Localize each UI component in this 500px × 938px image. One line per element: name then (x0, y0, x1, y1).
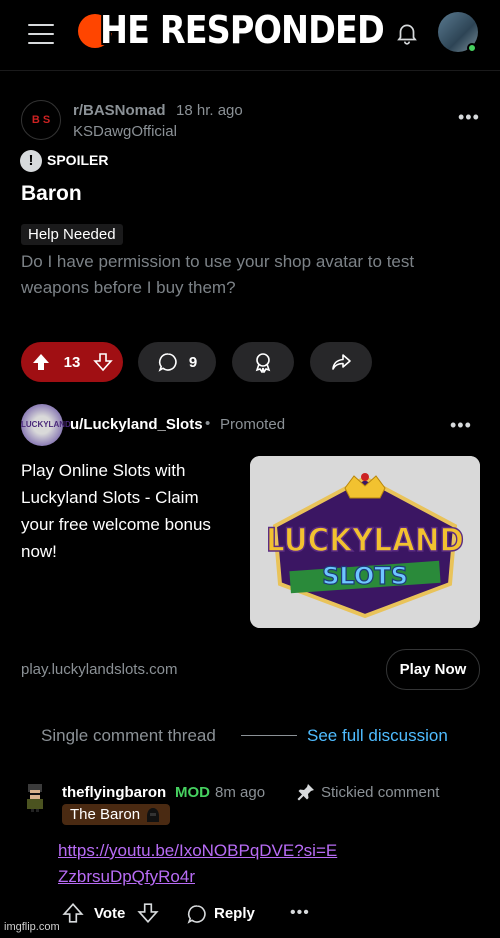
post-title[interactable]: Baron (21, 182, 82, 206)
comment-count: 9 (188, 353, 198, 371)
single-thread-label: Single comment thread (41, 726, 216, 745)
ad-avatar[interactable]: LUCKYLAND (21, 404, 71, 446)
comment-link[interactable]: https://youtu.be/IxoNOBPqDVE?si=EZzbrsuD… (58, 838, 338, 890)
thread-divider (241, 735, 297, 736)
online-status-dot (467, 43, 477, 53)
comment-flair: The Baron (62, 804, 171, 825)
comment-upvote-icon[interactable] (62, 902, 84, 924)
spoiler-icon: ! (20, 150, 42, 172)
ad-text[interactable]: Play Online Slots with Luckyland Slots -… (21, 457, 236, 565)
comments-button[interactable]: 9 (138, 342, 216, 382)
play-now-button[interactable]: Play Now (386, 649, 480, 690)
share-icon (330, 351, 352, 373)
meme-caption: HE RESPONDED (100, 8, 385, 52)
spoiler-label: SPOILER (47, 152, 109, 168)
post-body[interactable]: Do I have permission to use your shop av… (21, 249, 461, 301)
ad-username[interactable]: u/Luckyland_Slots (70, 416, 203, 433)
vote-count: 13 (63, 353, 81, 371)
mod-badge: MOD (175, 784, 210, 801)
ad-image-title: LUCKYLAND (266, 522, 464, 559)
stickied-label: Stickied comment (321, 784, 440, 801)
comment-downvote-icon[interactable] (137, 902, 159, 924)
reply-icon[interactable] (186, 903, 208, 925)
subreddit-avatar[interactable]: B S (21, 100, 61, 140)
post-flair[interactable]: Help Needed (21, 224, 123, 245)
comment-username[interactable]: theflyingbaron (62, 784, 166, 801)
ad-image[interactable]: LUCKYLAND SLOTS (250, 456, 480, 628)
post-more-icon[interactable]: ••• (458, 108, 480, 126)
bell-icon[interactable] (394, 20, 420, 46)
ad-image-subtitle: SLOTS (322, 562, 408, 590)
upvote-icon[interactable] (31, 352, 51, 372)
pin-icon (296, 782, 316, 802)
downvote-icon[interactable] (93, 352, 113, 372)
post-author[interactable]: KSDawgOfficial (73, 123, 177, 140)
subreddit-name[interactable]: r/BASNomad (73, 102, 166, 119)
share-button[interactable] (310, 342, 372, 382)
imgflip-watermark: imgflip.com (4, 921, 60, 933)
promoted-label: Promoted (220, 416, 286, 433)
comment-time: 8m ago (215, 784, 266, 801)
hooded-figure-icon (144, 807, 162, 823)
ad-more-icon[interactable]: ••• (450, 416, 472, 434)
award-button[interactable] (232, 342, 294, 382)
comment-icon (157, 351, 179, 373)
menu-icon[interactable] (28, 24, 54, 44)
comment-more-icon[interactable]: ••• (290, 905, 310, 921)
post-time: 18 hr. ago (176, 102, 243, 119)
vote-control[interactable]: 13 (21, 342, 123, 382)
comment-flair-text: The Baron (70, 806, 141, 823)
commenter-avatar[interactable] (22, 782, 48, 812)
header-divider (0, 70, 500, 71)
separator-dot: • (205, 415, 211, 432)
comment-vote-label: Vote (94, 905, 126, 922)
see-full-discussion-link[interactable]: See full discussion (307, 726, 448, 746)
ad-domain[interactable]: play.luckylandslots.com (21, 661, 177, 678)
reply-button[interactable]: Reply (214, 905, 255, 922)
award-icon (252, 351, 274, 373)
